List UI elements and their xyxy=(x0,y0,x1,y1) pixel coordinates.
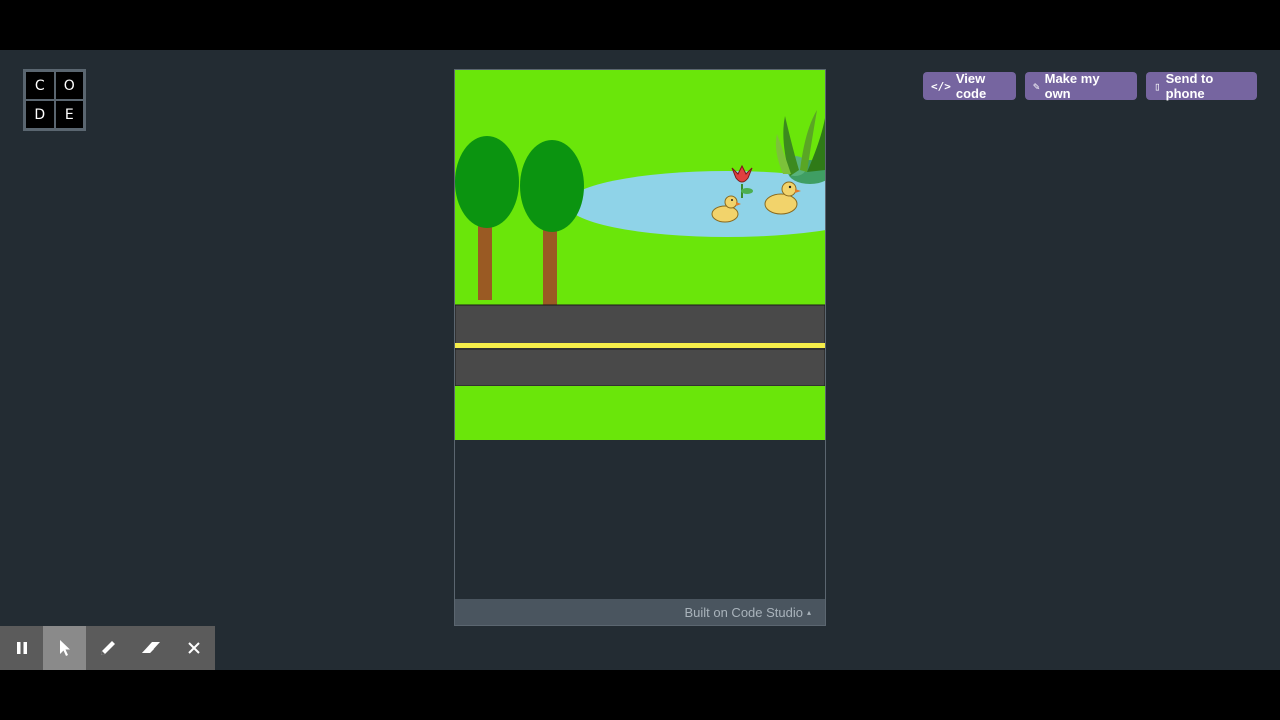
pencil-button[interactable] xyxy=(86,626,129,670)
code-icon: </> xyxy=(931,79,951,93)
send-to-phone-button[interactable]: ▯ Send to phone xyxy=(1146,71,1257,101)
game-canvas[interactable] xyxy=(455,70,825,442)
stage: C O D E </> View code ✎ Make my own ▯ Se… xyxy=(0,50,1280,670)
app-frame: Built on Code Studio ▴ xyxy=(454,69,826,626)
logo-letter: C xyxy=(26,72,54,99)
pause-button[interactable] xyxy=(0,626,43,670)
logo-letter: O xyxy=(55,72,83,99)
pencil-icon xyxy=(100,641,115,655)
view-code-button[interactable]: </> View code xyxy=(923,71,1016,101)
phone-icon: ▯ xyxy=(1154,79,1161,93)
logo-letter: D xyxy=(26,101,54,128)
bottom-toolbar xyxy=(0,626,215,670)
edit-icon: ✎ xyxy=(1033,79,1040,93)
view-code-label: View code xyxy=(955,71,987,101)
cursor-icon xyxy=(59,640,70,656)
eraser-button[interactable] xyxy=(129,626,172,670)
road-center-line xyxy=(455,343,825,348)
eraser-icon xyxy=(141,642,160,653)
cursor-button[interactable] xyxy=(43,626,86,670)
grass-strip xyxy=(455,386,825,440)
close-button[interactable] xyxy=(172,626,215,670)
make-my-own-button[interactable]: ✎ Make my own xyxy=(1025,71,1137,101)
pause-icon xyxy=(16,642,27,654)
road xyxy=(455,304,825,387)
app-footer[interactable]: Built on Code Studio ▴ xyxy=(455,599,825,625)
send-to-phone-label: Send to phone xyxy=(1165,71,1214,101)
code-org-logo[interactable]: C O D E xyxy=(23,69,86,131)
caret-up-icon: ▴ xyxy=(806,607,811,617)
logo-letter: E xyxy=(55,101,83,128)
built-on-code-studio-link[interactable]: Built on Code Studio xyxy=(684,605,803,620)
close-icon xyxy=(187,642,200,654)
make-my-own-label: Make my own xyxy=(1044,71,1100,101)
